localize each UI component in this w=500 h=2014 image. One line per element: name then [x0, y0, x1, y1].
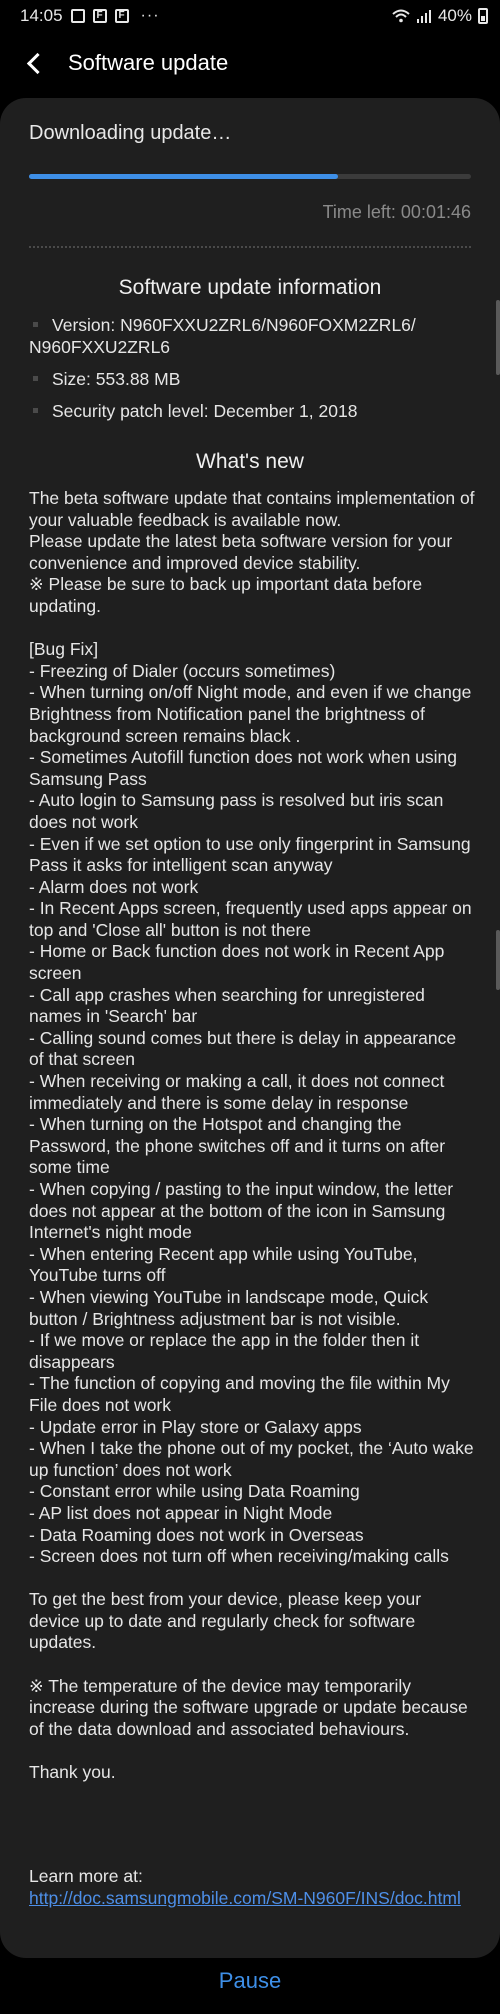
page-title: Software update — [68, 50, 229, 75]
learn-more-link[interactable]: http://doc.samsungmobile.com/SM-N960F/IN… — [29, 1888, 471, 1910]
size-info: Size: 553.88 MB — [29, 368, 471, 390]
status-bar: 14:05 F F ··· 40% — [0, 0, 500, 32]
learn-more: Learn more at: http://doc.samsungmobile.… — [29, 1866, 471, 1909]
update-card[interactable]: Downloading update… Time left: 00:01:46 … — [0, 98, 500, 1958]
pause-button[interactable]: Pause — [0, 1968, 500, 1994]
security-patch-text: Security patch level: December 1, 2018 — [52, 401, 358, 421]
whats-new-title: What's new — [196, 450, 304, 473]
battery-icon — [478, 8, 488, 24]
signal-icon — [416, 10, 431, 23]
status-time: 14:05 — [20, 6, 63, 25]
download-status: Downloading update… — [29, 122, 232, 144]
version-info: Version: N960FXXU2ZRL6/N960FOXM2ZRL6/ N9… — [29, 314, 471, 358]
gallery-icon — [70, 9, 85, 23]
download-progress-bar — [29, 174, 471, 179]
time-left: Time left: 00:01:46 — [322, 202, 471, 222]
edge-panel-handle[interactable] — [496, 300, 500, 375]
version-text: Version: N960FXXU2ZRL6/N960FOXM2ZRL6/ N9… — [29, 315, 416, 357]
bullet-icon — [33, 408, 38, 414]
flipboard-icon: F — [92, 9, 107, 23]
wifi-icon — [392, 9, 410, 23]
security-patch-info: Security patch level: December 1, 2018 — [29, 400, 471, 422]
more-notifications-icon: ··· — [140, 7, 160, 24]
learn-more-label: Learn more at: — [29, 1866, 143, 1886]
flipboard-icon: F — [114, 9, 129, 23]
divider — [29, 246, 471, 248]
update-info-title: Software update information — [118, 276, 382, 299]
edge-panel-handle[interactable] — [496, 930, 500, 990]
bullet-icon — [33, 322, 38, 328]
size-text: Size: 553.88 MB — [52, 369, 181, 389]
back-arrow-icon[interactable] — [24, 52, 46, 74]
bullet-icon — [33, 376, 38, 382]
battery-percent: 40% — [437, 6, 472, 25]
whats-new-body: The beta software update that contains i… — [29, 488, 475, 1783]
download-progress-fill — [29, 174, 339, 179]
app-bar: Software update — [0, 32, 500, 94]
